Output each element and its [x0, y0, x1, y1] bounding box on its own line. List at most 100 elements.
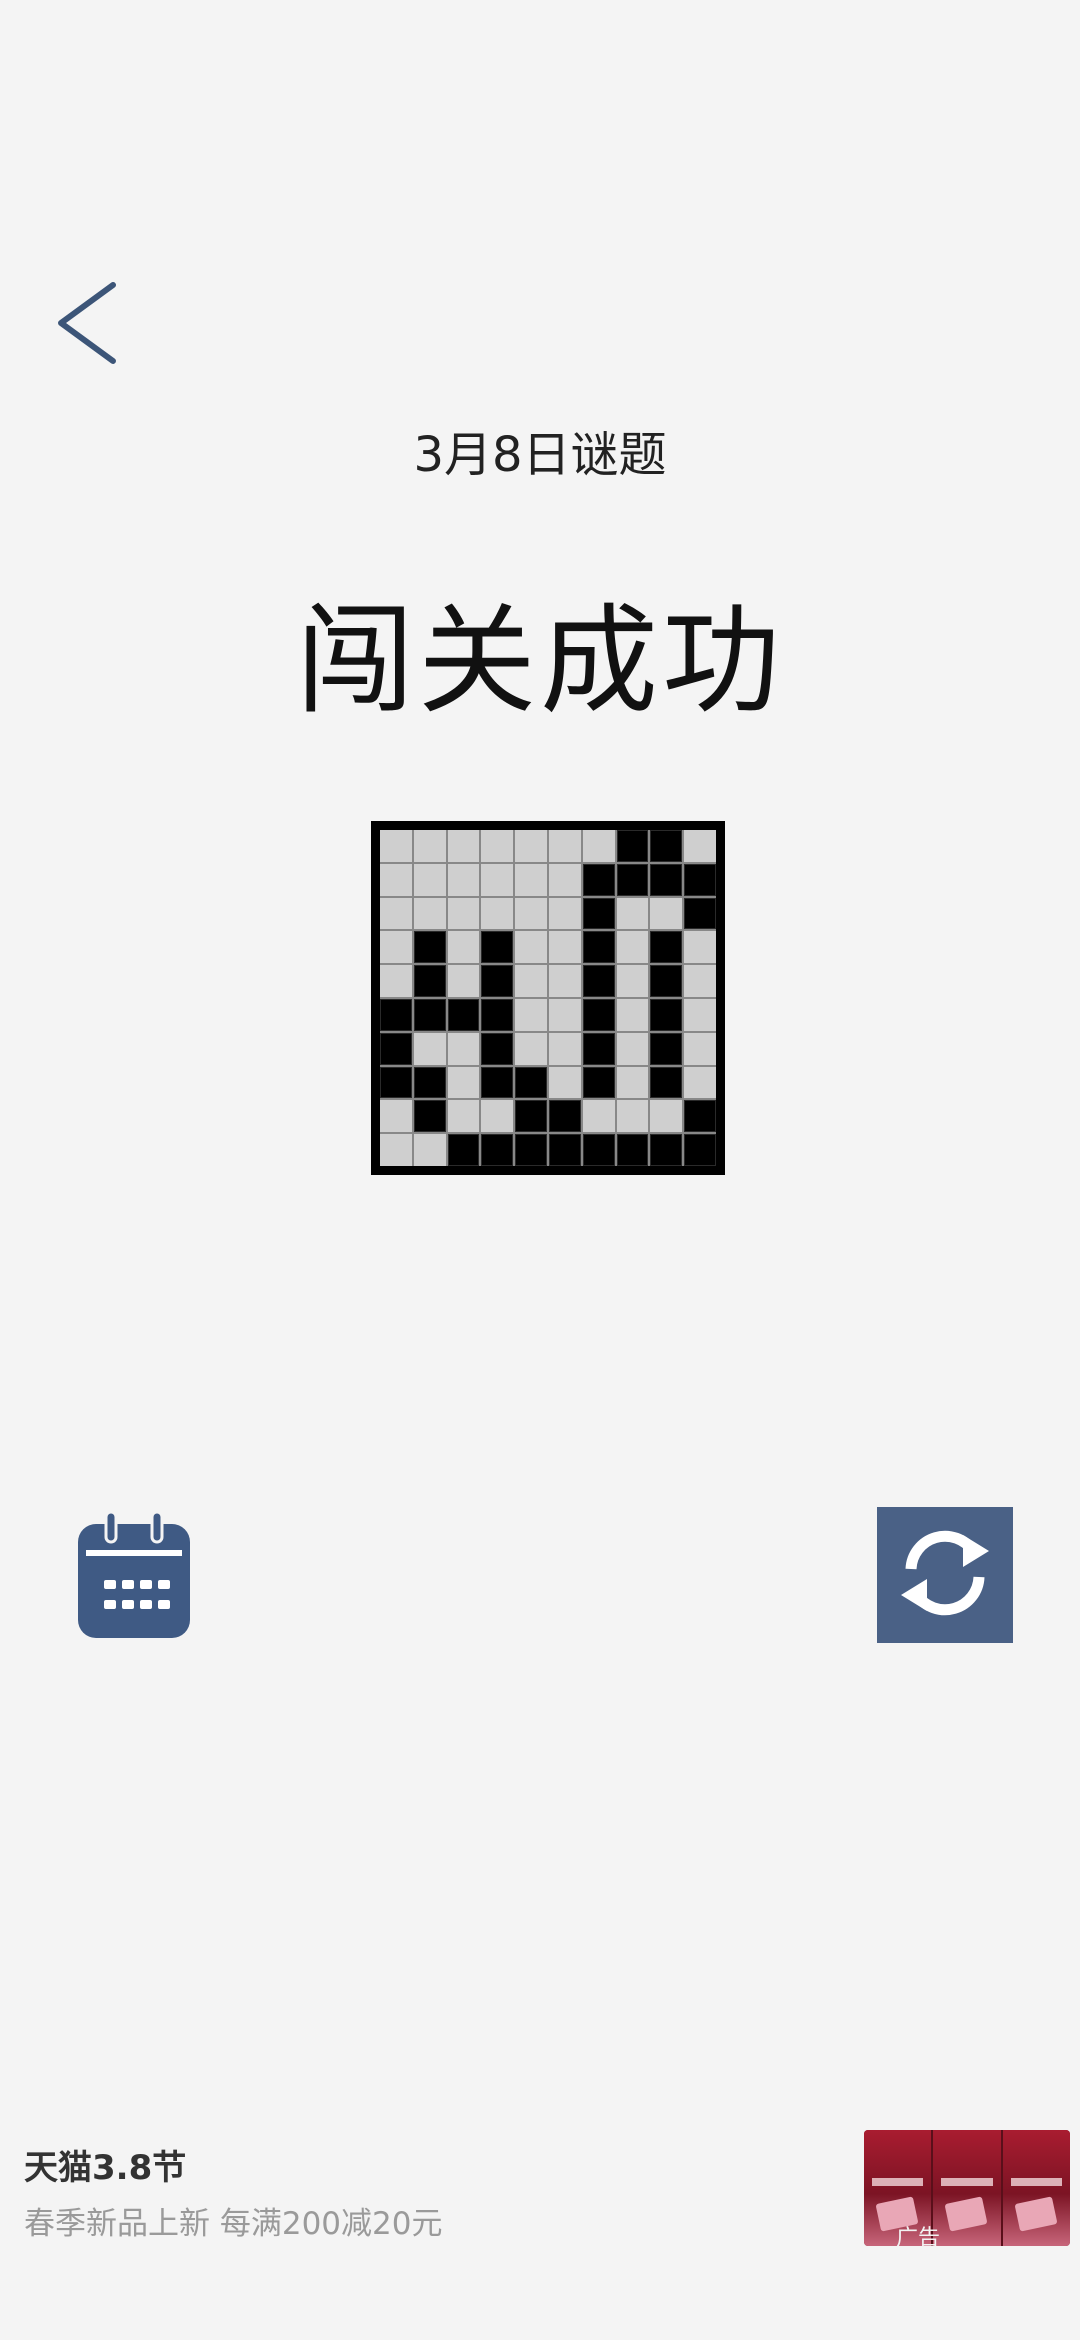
grid-cell-empty	[447, 1100, 480, 1133]
grid-cell-empty	[447, 1032, 480, 1065]
grid-cell-empty	[380, 1100, 412, 1133]
grid-cell-empty	[616, 965, 649, 997]
grid-cell-empty	[616, 1100, 649, 1133]
grid-cell-filled	[616, 1134, 649, 1166]
grid-cell-filled	[650, 1066, 683, 1099]
grid-cell-empty	[447, 897, 480, 930]
grid-cell-empty	[380, 897, 412, 930]
grid-cell-filled	[481, 1134, 514, 1166]
grid-cell-filled	[582, 1134, 615, 1166]
grid-cell-filled	[684, 1100, 716, 1133]
grid-cell-empty	[413, 863, 446, 896]
grid-cell-filled	[413, 998, 446, 1031]
ad-tag: 广告	[896, 2226, 941, 2251]
success-title: 闯关成功	[295, 592, 784, 730]
grid-cell-empty	[515, 897, 547, 930]
grid-cell-empty	[515, 863, 547, 896]
grid-cell-filled	[650, 1032, 683, 1065]
grid-cell-filled	[548, 1100, 581, 1133]
grid-cell-empty	[548, 897, 581, 930]
grid-cell-empty	[515, 1032, 547, 1065]
grid-cell-empty	[447, 830, 480, 862]
grid-cell-filled	[481, 931, 514, 964]
grid-cell-filled	[582, 863, 615, 896]
grid-cell-empty	[616, 931, 649, 964]
grid-cell-filled	[380, 1066, 412, 1099]
grid-cell-empty	[447, 863, 480, 896]
grid-cell-empty	[582, 830, 615, 862]
grid-cell-empty	[684, 1032, 716, 1065]
puzzle-board	[371, 821, 725, 1175]
grid-cell-empty	[684, 830, 716, 862]
grid-cell-empty	[684, 965, 716, 997]
grid-cell-empty	[650, 1100, 683, 1133]
grid-cell-filled	[481, 965, 514, 997]
grid-cell-filled	[515, 1134, 547, 1166]
grid-cell-empty	[548, 830, 581, 862]
calendar-icon	[76, 1510, 192, 1646]
grid-cell-empty	[684, 998, 716, 1031]
puzzle-date-title: 3月8日谜题	[413, 427, 667, 483]
grid-cell-filled	[582, 897, 615, 930]
grid-cell-filled	[515, 1100, 547, 1133]
ad-image-panel	[1002, 2130, 1070, 2246]
grid-cell-filled	[413, 931, 446, 964]
grid-cell-empty	[548, 998, 581, 1031]
grid-cell-empty	[616, 1032, 649, 1065]
grid-cell-empty	[481, 830, 514, 862]
grid-cell-filled	[650, 830, 683, 862]
grid-cell-empty	[515, 965, 547, 997]
grid-cell-filled	[481, 998, 514, 1031]
grid-cell-filled	[413, 965, 446, 997]
grid-cell-filled	[447, 1134, 480, 1166]
calendar-button[interactable]	[76, 1508, 192, 1642]
grid-cell-filled	[684, 1134, 716, 1166]
grid-cell-empty	[616, 1066, 649, 1099]
grid-cell-filled	[616, 863, 649, 896]
grid-cell-empty	[684, 1066, 716, 1099]
puzzle-grid	[380, 830, 716, 1166]
ad-banner[interactable]: 天猫3.8节 春季新品上新 每满200减20元 广告	[0, 2120, 1080, 2260]
back-button[interactable]	[40, 270, 130, 380]
grid-cell-empty	[548, 1032, 581, 1065]
grid-cell-empty	[380, 830, 412, 862]
grid-cell-empty	[413, 1032, 446, 1065]
grid-cell-filled	[413, 1100, 446, 1133]
grid-cell-filled	[650, 931, 683, 964]
grid-cell-empty	[481, 863, 514, 896]
grid-cell-filled	[616, 830, 649, 862]
grid-cell-filled	[684, 897, 716, 930]
grid-cell-empty	[413, 1134, 446, 1166]
refresh-button[interactable]	[877, 1507, 1013, 1643]
grid-cell-empty	[380, 931, 412, 964]
ad-image-panel	[933, 2130, 1003, 2246]
grid-cell-filled	[380, 1032, 412, 1065]
grid-cell-filled	[650, 965, 683, 997]
grid-cell-filled	[413, 1066, 446, 1099]
grid-cell-filled	[548, 1134, 581, 1166]
grid-cell-empty	[481, 1100, 514, 1133]
grid-cell-filled	[447, 998, 480, 1031]
grid-cell-empty	[582, 1100, 615, 1133]
grid-cell-empty	[548, 931, 581, 964]
chevron-left-icon	[45, 273, 125, 377]
grid-cell-empty	[380, 863, 412, 896]
grid-cell-filled	[582, 1032, 615, 1065]
grid-cell-filled	[481, 1066, 514, 1099]
grid-cell-empty	[616, 998, 649, 1031]
grid-cell-empty	[650, 897, 683, 930]
ad-title: 天猫3.8节	[24, 2148, 187, 2188]
grid-cell-empty	[684, 931, 716, 964]
grid-cell-filled	[481, 1032, 514, 1065]
grid-cell-filled	[650, 863, 683, 896]
grid-cell-filled	[582, 965, 615, 997]
refresh-icon	[893, 1521, 997, 1629]
grid-cell-empty	[447, 1066, 480, 1099]
ad-image[interactable]	[864, 2130, 1070, 2246]
grid-cell-empty	[616, 897, 649, 930]
grid-cell-empty	[515, 931, 547, 964]
grid-cell-filled	[515, 1066, 547, 1099]
grid-cell-filled	[582, 1066, 615, 1099]
grid-cell-empty	[548, 863, 581, 896]
grid-cell-filled	[650, 998, 683, 1031]
